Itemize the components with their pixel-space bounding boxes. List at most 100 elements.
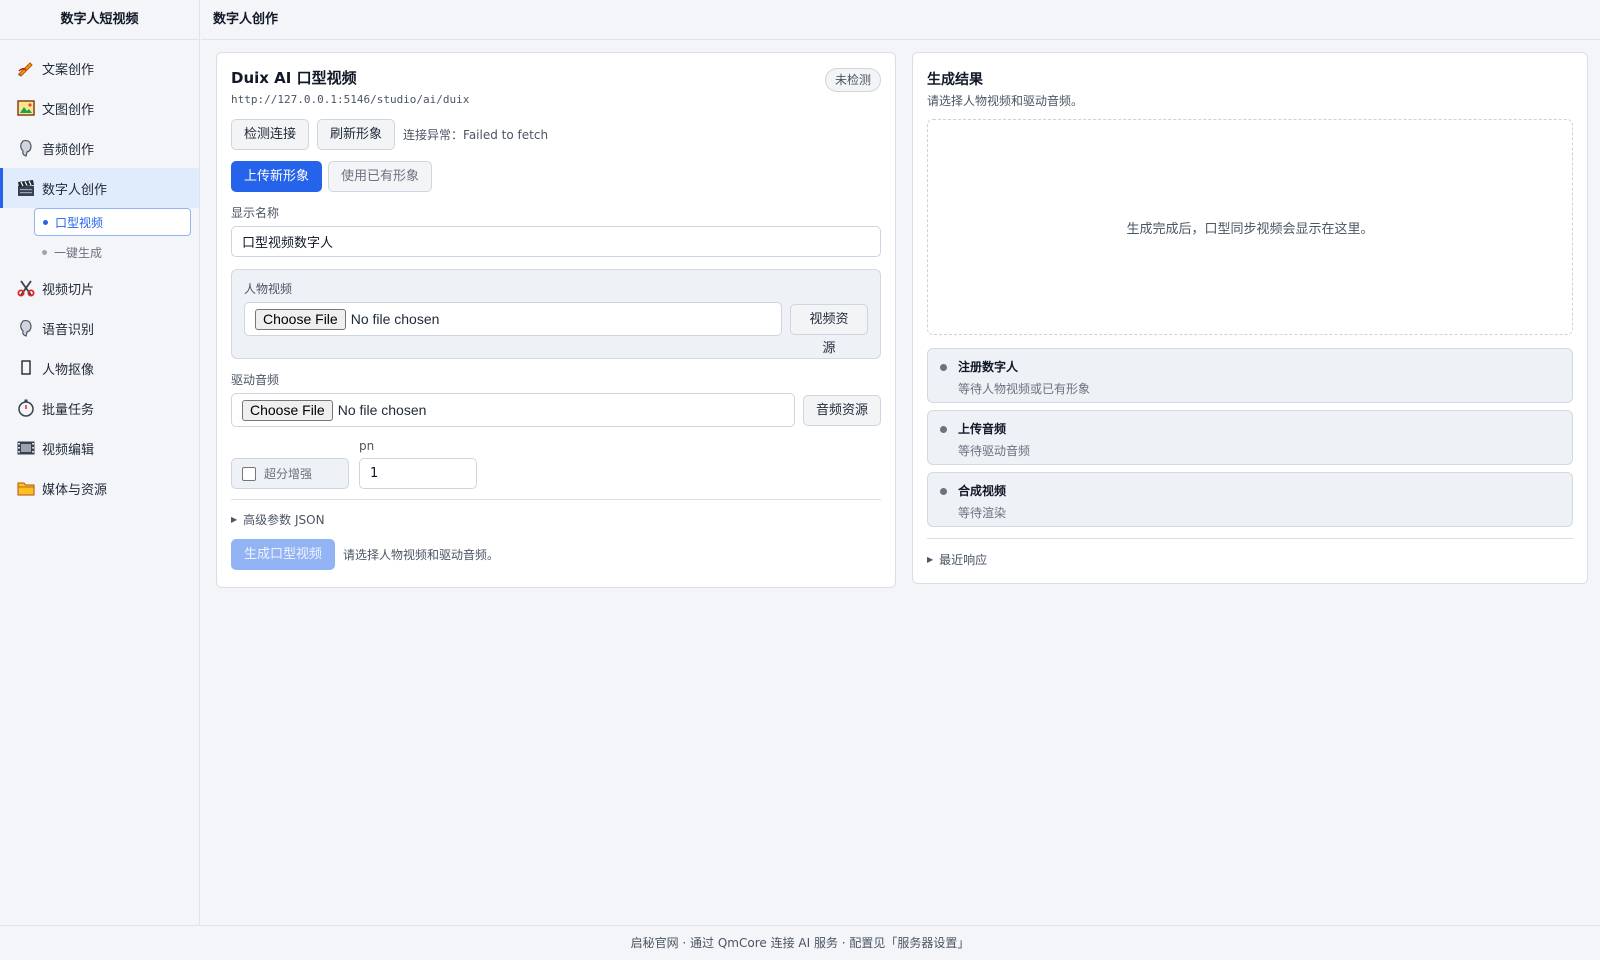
pn-label: pn: [359, 439, 375, 453]
clapper-icon: [16, 178, 36, 198]
tab-use-existing-avatar[interactable]: 使用已有形象: [328, 161, 433, 192]
choose-file-button[interactable]: Choose File: [255, 308, 346, 330]
sidebar-subitem-label: 一键生成: [54, 245, 103, 260]
audio-resource-button[interactable]: 音频资源: [802, 394, 881, 426]
triangle-right-icon: ▶: [231, 515, 238, 524]
sidebar-item-label: 语音识别: [42, 322, 95, 338]
status-badge: 未检测: [824, 68, 881, 92]
picture-icon: [16, 98, 36, 118]
step-title: 上传音频: [958, 422, 1007, 436]
stopwatch-icon: [16, 398, 36, 418]
status-dot-icon: [940, 426, 947, 433]
sidebar-item-image-text[interactable]: 文图创作: [0, 88, 199, 128]
sidebar-item-batch-tasks[interactable]: 批量任务: [0, 388, 199, 428]
bullet-icon: [42, 249, 47, 255]
sidebar-item-label: 文图创作: [42, 102, 95, 118]
scissors-icon: [16, 278, 36, 298]
divider: [927, 538, 1573, 539]
driving-audio-row: Choose File No file chosen 音频资源: [231, 393, 881, 427]
advanced-json-label: 高级参数 JSON: [243, 513, 325, 527]
pen-icon: [16, 58, 36, 78]
step-title: 注册数字人: [958, 360, 1019, 374]
sidebar-item-speech-recognition[interactable]: 语音识别: [0, 308, 199, 348]
step-desc: 等待渲染: [958, 506, 1007, 520]
step-desc: 等待驱动音频: [958, 444, 1031, 458]
tab-upload-new-avatar[interactable]: 上传新形象: [231, 161, 323, 192]
person-cutout-icon: [16, 358, 36, 378]
sidebar-item-label: 人物抠像: [42, 362, 95, 378]
refresh-avatar-button[interactable]: 刷新形象: [317, 119, 396, 150]
sidebar-item-person-cutout[interactable]: 人物抠像: [0, 348, 199, 388]
form-title: Duix AI 口型视频: [231, 69, 357, 87]
sidebar-item-video-edit[interactable]: 视频编辑: [0, 428, 199, 468]
triangle-right-icon: ▶: [927, 555, 934, 564]
sidebar-item-label: 视频切片: [42, 282, 95, 298]
connection-status: 连接异常：Failed to fetch: [403, 128, 549, 142]
sidebar-item-video-slice[interactable]: 视频切片: [0, 268, 199, 308]
speech-icon: [16, 318, 36, 338]
person-video-file-input[interactable]: Choose File No file chosen: [244, 302, 783, 336]
display-name-label: 显示名称: [231, 206, 280, 220]
generate-hint: 请选择人物视频和驱动音频。: [343, 548, 500, 562]
result-subtitle: 请选择人物视频和驱动音频。: [927, 94, 1084, 108]
generate-row: 生成口型视频 请选择人物视频和驱动音频。: [231, 539, 881, 570]
film-icon: [16, 438, 36, 458]
driving-audio-label: 驱动音频: [231, 373, 280, 387]
sidebar-subitem-label: 口型视频: [55, 215, 104, 230]
status-dot-icon: [940, 364, 947, 371]
step-desc: 等待人物视频或已有形象: [958, 382, 1091, 396]
sidebar-item-media-resources[interactable]: 媒体与资源: [0, 468, 199, 508]
pn-field-group: pn 1: [359, 439, 477, 489]
sidebar-item-label: 批量任务: [42, 402, 95, 418]
file-name: No file chosen: [350, 311, 440, 327]
person-video-row: Choose File No file chosen 视频资源: [244, 302, 868, 356]
step-upload-audio: 上传音频 等待驱动音频: [927, 410, 1573, 465]
person-video-panel: 人物视频 Choose File No file chosen 视频资源: [231, 269, 881, 359]
sidebar-nav: 文案创作 文图创作 音频创作 数字人创作 口型视频 一键生成 视频切片 语音识别…: [0, 40, 199, 508]
super-resolution-label: 超分增强: [264, 467, 313, 481]
status-dot-icon: [940, 488, 947, 495]
folder-icon: [16, 478, 36, 498]
driving-audio-file-input[interactable]: Choose File No file chosen: [231, 393, 795, 427]
checkbox-icon[interactable]: [242, 466, 256, 481]
generate-lip-video-button[interactable]: 生成口型视频: [231, 539, 336, 570]
divider: [231, 499, 881, 500]
sidebar-item-label: 媒体与资源: [42, 482, 108, 498]
connection-row: 检测连接 刷新形象 连接异常：Failed to fetch: [231, 119, 881, 150]
sidebar-item-audio[interactable]: 音频创作: [0, 128, 199, 168]
duix-form-card: Duix AI 口型视频 http://127.0.0.1:5146/studi…: [216, 52, 896, 588]
step-compose-video: 合成视频 等待渲染: [927, 472, 1573, 527]
sidebar-item-label: 文案创作: [42, 62, 95, 78]
display-name-input[interactable]: 口型视频数字人: [231, 226, 881, 257]
sidebar-submenu: 口型视频 一键生成: [0, 208, 199, 266]
footer: 启秘官网 · 通过 QmCore 连接 AI 服务 · 配置见「服务器设置」: [0, 925, 1600, 960]
mode-toggle: 上传新形象 使用已有形象: [231, 161, 881, 192]
sidebar-subitem-one-click[interactable]: 一键生成: [34, 238, 191, 266]
choose-file-button[interactable]: Choose File: [242, 399, 333, 421]
person-video-label: 人物视频: [244, 282, 293, 296]
result-card: 生成结果 请选择人物视频和驱动音频。 生成完成后，口型同步视频会显示在这里。 注…: [912, 52, 1588, 584]
video-resource-button[interactable]: 视频资源: [790, 303, 868, 356]
video-preview: 生成完成后，口型同步视频会显示在这里。: [927, 119, 1573, 335]
sidebar-item-label: 音频创作: [42, 142, 95, 158]
sidebar-subitem-lip-sync[interactable]: 口型视频: [34, 208, 191, 236]
brand-title: 数字人短视频: [0, 0, 199, 40]
audio-icon: [16, 138, 36, 158]
sidebar-item-digital-human[interactable]: 数字人创作: [0, 168, 199, 208]
super-resolution-toggle[interactable]: 超分增强: [231, 458, 349, 489]
sidebar-item-copywriting[interactable]: 文案创作: [0, 48, 199, 88]
bullet-icon: [43, 219, 48, 225]
sidebar: 数字人短视频 文案创作 文图创作 音频创作 数字人创作 口型视频 一键生成 视频…: [0, 0, 200, 925]
recent-response-label: 最近响应: [939, 553, 988, 567]
advanced-json-toggle[interactable]: ▶ 高级参数 JSON: [231, 511, 881, 528]
recent-response-toggle[interactable]: ▶ 最近响应: [927, 551, 1573, 568]
result-title: 生成结果: [927, 72, 983, 88]
sidebar-item-label: 视频编辑: [42, 442, 95, 458]
step-register: 注册数字人 等待人物视频或已有形象: [927, 348, 1573, 403]
service-url: http://127.0.0.1:5146/studio/ai/duix: [231, 93, 470, 106]
file-name: No file chosen: [337, 402, 427, 418]
pn-input[interactable]: 1: [359, 458, 477, 489]
check-connection-button[interactable]: 检测连接: [231, 119, 310, 150]
options-row: 超分增强 pn 1: [231, 439, 881, 489]
sidebar-item-label: 数字人创作: [42, 182, 108, 198]
